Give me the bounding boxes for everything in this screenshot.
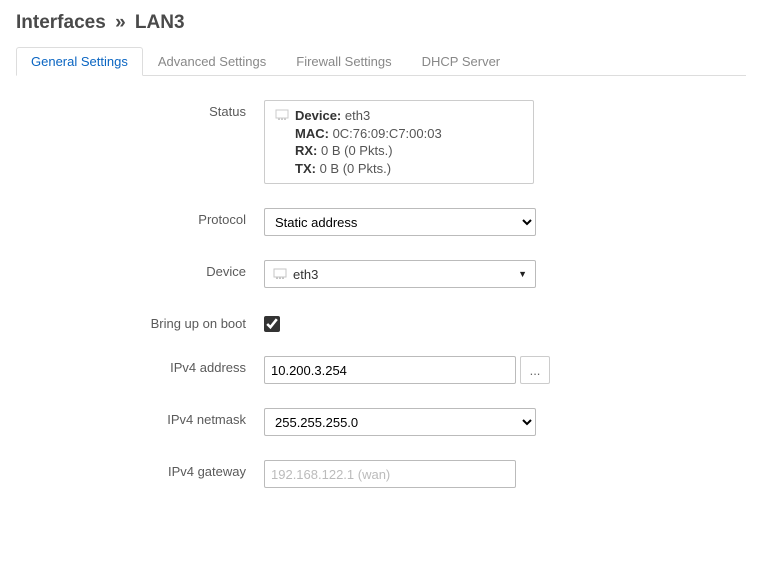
ipv4-netmask-label: IPv4 netmask bbox=[16, 408, 264, 427]
device-label: Device bbox=[16, 260, 264, 279]
ipv4-gateway-label: IPv4 gateway bbox=[16, 460, 264, 479]
tab-dhcp-server[interactable]: DHCP Server bbox=[407, 47, 516, 76]
chevron-down-icon: ▼ bbox=[518, 269, 527, 279]
status-tx-value: 0 B (0 Pkts.) bbox=[320, 161, 392, 176]
network-adapter-icon bbox=[273, 266, 287, 283]
network-adapter-icon bbox=[275, 107, 289, 121]
status-mac-key: MAC: bbox=[295, 126, 329, 141]
tab-firewall-settings[interactable]: Firewall Settings bbox=[281, 47, 406, 76]
device-select-value: eth3 bbox=[293, 267, 318, 282]
device-select[interactable]: eth3 ▼ bbox=[264, 260, 536, 288]
breadcrumb-root: Interfaces bbox=[16, 12, 106, 33]
status-tx-key: TX: bbox=[295, 161, 316, 176]
status-box: Device: eth3 MAC: 0C:76:09:C7:00:03 RX: … bbox=[264, 100, 534, 184]
tabs: General Settings Advanced Settings Firew… bbox=[16, 46, 746, 76]
protocol-label: Protocol bbox=[16, 208, 264, 227]
bring-up-on-boot-checkbox[interactable] bbox=[264, 316, 280, 332]
status-rx-value: 0 B (0 Pkts.) bbox=[321, 143, 393, 158]
ipv4-address-more-button[interactable]: ... bbox=[520, 356, 550, 384]
breadcrumb-separator: » bbox=[111, 12, 130, 33]
ipv4-address-label: IPv4 address bbox=[16, 356, 264, 375]
tab-general-settings[interactable]: General Settings bbox=[16, 47, 143, 76]
ipv4-address-input[interactable] bbox=[264, 356, 516, 384]
tab-advanced-settings[interactable]: Advanced Settings bbox=[143, 47, 281, 76]
status-rx-key: RX: bbox=[295, 143, 317, 158]
status-device-value: eth3 bbox=[345, 108, 370, 123]
status-label: Status bbox=[16, 100, 264, 119]
status-mac-value: 0C:76:09:C7:00:03 bbox=[333, 126, 442, 141]
bring-up-on-boot-label: Bring up on boot bbox=[16, 312, 264, 331]
ipv4-gateway-input[interactable] bbox=[264, 460, 516, 488]
breadcrumb-leaf: LAN3 bbox=[135, 12, 185, 33]
page-title: Interfaces » LAN3 bbox=[16, 12, 746, 34]
form-general-settings: Status Device: eth3 MAC: 0C:76:09:C7:00:… bbox=[16, 76, 746, 536]
ipv4-netmask-select[interactable]: 255.255.255.0 bbox=[264, 408, 536, 436]
status-device-key: Device: bbox=[295, 108, 341, 123]
protocol-select[interactable]: Static address bbox=[264, 208, 536, 236]
